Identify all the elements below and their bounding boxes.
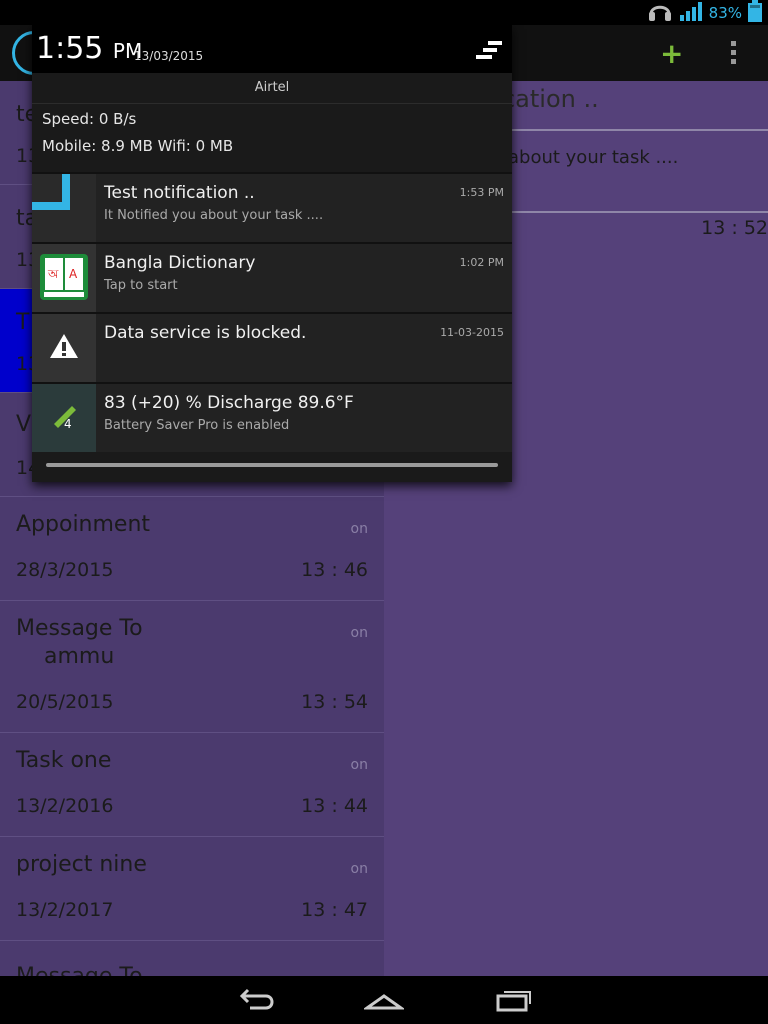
task-item[interactable]: Task one on 13/2/2016 13 : 44 [0,733,384,837]
notification-time: 11-03-2015 [440,326,504,339]
notification-title: Bangla Dictionary [104,253,256,273]
notification-text: Battery Saver Pro is enabled [104,418,290,433]
task-on-label: on [350,625,368,641]
recent-apps-icon[interactable] [494,986,534,1014]
warning-icon [32,314,96,382]
shade-header: 1:55 PM 13/03/2015 [32,25,512,73]
dictionary-icon: অ A [32,244,96,312]
svg-text:A: A [69,267,78,281]
task-date: 13/2/2016 [16,795,114,817]
detail-time: 13 : 52 [701,217,768,239]
task-on-label: on [350,521,368,537]
status-bar: 83% [0,0,768,25]
detail-description: about your task .... [508,147,679,168]
svg-text:অ: অ [47,267,59,281]
task-title: Message To ammu [16,616,143,669]
notification-item[interactable]: অ A Bangla Dictionary Tap to start 1:02 … [32,242,512,312]
task-date: 28/3/2015 [16,559,114,581]
battery-icon [748,0,762,26]
notification-item[interactable]: Data service is blocked. 11-03-2015 [32,312,512,382]
task-date: 13/2/2017 [16,899,114,921]
task-date: 20/5/2015 [16,691,114,713]
task-title: V [16,412,32,437]
task-item[interactable]: project nine on 13/2/2017 13 : 47 [0,837,384,941]
task-title: T [16,310,30,335]
task-on-label: on [350,757,368,773]
network-speed: Speed: 0 B/s [42,110,137,128]
notification-item[interactable]: 4 83 (+20) % Discharge 89.6°F Battery Sa… [32,382,512,452]
back-icon[interactable] [236,986,276,1014]
status-icons: 83% [647,0,762,26]
clock-time: 1:55 [36,31,104,66]
clock-date[interactable]: 13/03/2015 [134,49,203,63]
overflow-menu-icon[interactable] [730,41,738,68]
task-title: project nine [16,852,147,877]
battery-saver-icon: 4 [32,384,96,452]
notification-text: It Notified you about your task .... [104,208,324,223]
notification-shade[interactable]: 1:55 PM 13/03/2015 Airtel Speed: 0 B/s M… [32,25,512,482]
notification-title: Data service is blocked. [104,323,307,343]
task-title: Message To [16,963,143,976]
clock[interactable]: 1:55 PM [36,31,142,66]
home-icon[interactable] [362,986,406,1014]
task-item[interactable]: Message To ammu on 20/5/2015 13 : 54 [0,601,384,733]
task-item[interactable]: Message To on [0,941,384,976]
quick-settings-icon[interactable] [474,39,502,63]
shade-drag-handle[interactable] [46,463,498,467]
signal-icon [679,1,703,25]
svg-text:4: 4 [64,417,72,431]
headset-icon [647,0,673,26]
notification-text: Tap to start [104,278,178,293]
navigation-bar [0,976,768,1024]
notification-time: 1:02 PM [459,256,504,269]
task-item[interactable]: Appoinment on 28/3/2015 13 : 46 [0,497,384,601]
task-title: Task one [16,748,112,773]
network-speed-notification[interactable]: Speed: 0 B/s Mobile: 8.9 MB Wifi: 0 MB [32,104,512,172]
network-usage: Mobile: 8.9 MB Wifi: 0 MB [42,137,234,155]
notification-item[interactable]: Test notification .. It Notified you abo… [32,172,512,242]
notification-title: 83 (+20) % Discharge 89.6°F [104,393,354,413]
task-time: 13 : 54 [301,691,368,713]
task-time: 13 : 44 [301,795,368,817]
notification-title: Test notification .. [104,183,255,203]
add-icon[interactable]: + [660,37,683,70]
carrier-label: Airtel [32,73,512,104]
task-on-label: on [350,861,368,877]
task-time: 13 : 47 [301,899,368,921]
task-time: 13 : 46 [301,559,368,581]
task-title: Appoinment [16,512,151,537]
battery-percent: 83% [708,4,742,22]
notification-time: 1:53 PM [459,186,504,199]
app-icon [32,174,96,242]
